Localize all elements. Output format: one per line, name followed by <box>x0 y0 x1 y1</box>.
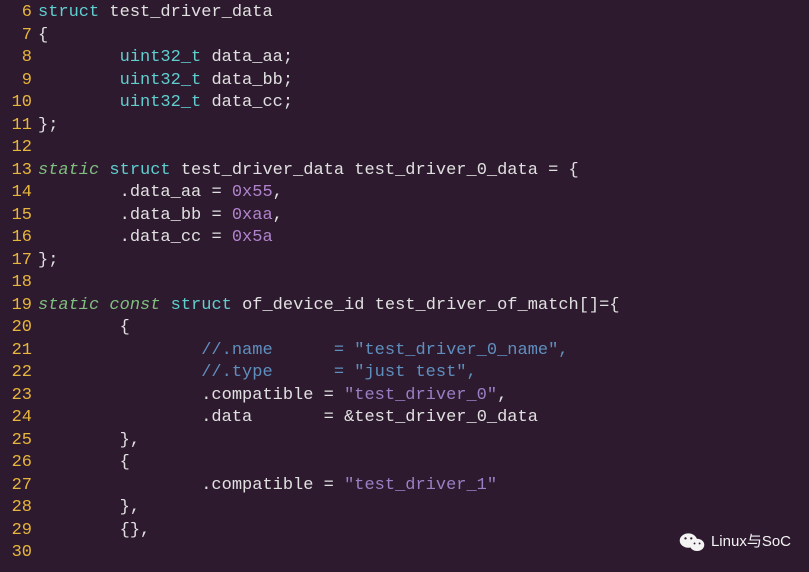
line-number: 14 <box>0 181 32 204</box>
code-line: //.type = "just test", <box>38 361 809 384</box>
line-number: 10 <box>0 91 32 114</box>
wechat-icon <box>679 531 705 553</box>
code-line: }; <box>38 114 809 137</box>
line-number: 9 <box>0 69 32 92</box>
line-number: 25 <box>0 429 32 452</box>
code-line: .compatible = "test_driver_0", <box>38 384 809 407</box>
code-line: uint32_t data_cc; <box>38 91 809 114</box>
line-number: 17 <box>0 249 32 272</box>
code-line: }, <box>38 429 809 452</box>
code-line: //.name = "test_driver_0_name", <box>38 339 809 362</box>
line-number: 30 <box>0 541 32 564</box>
code-editor: 6789101112131415161718192021222324252627… <box>0 0 809 564</box>
line-number: 22 <box>0 361 32 384</box>
line-number: 29 <box>0 519 32 542</box>
line-number: 21 <box>0 339 32 362</box>
code-line: .compatible = "test_driver_1" <box>38 474 809 497</box>
line-number: 27 <box>0 474 32 497</box>
code-line: static struct test_driver_data test_driv… <box>38 159 809 182</box>
line-number: 11 <box>0 114 32 137</box>
code-content[interactable]: struct test_driver_data{ uint32_t data_a… <box>38 1 809 564</box>
line-number: 15 <box>0 204 32 227</box>
line-number: 13 <box>0 159 32 182</box>
code-line: .data_cc = 0x5a <box>38 226 809 249</box>
line-number: 19 <box>0 294 32 317</box>
code-line <box>38 271 809 294</box>
code-line: .data_bb = 0xaa, <box>38 204 809 227</box>
line-number: 24 <box>0 406 32 429</box>
line-number: 28 <box>0 496 32 519</box>
line-number: 7 <box>0 24 32 47</box>
code-line: }, <box>38 496 809 519</box>
code-line: .data = &test_driver_0_data <box>38 406 809 429</box>
watermark: Linux与SoC <box>679 530 791 554</box>
line-number: 12 <box>0 136 32 159</box>
code-line: .data_aa = 0x55, <box>38 181 809 204</box>
code-line: }; <box>38 249 809 272</box>
line-number: 18 <box>0 271 32 294</box>
line-number: 6 <box>0 1 32 24</box>
code-line: static const struct of_device_id test_dr… <box>38 294 809 317</box>
line-number: 26 <box>0 451 32 474</box>
code-line: { <box>38 24 809 47</box>
line-number: 20 <box>0 316 32 339</box>
code-line: { <box>38 316 809 339</box>
code-line <box>38 136 809 159</box>
code-line: { <box>38 451 809 474</box>
line-number: 8 <box>0 46 32 69</box>
line-number: 23 <box>0 384 32 407</box>
watermark-text: Linux与SoC <box>711 530 791 554</box>
line-number-gutter: 6789101112131415161718192021222324252627… <box>0 1 38 564</box>
code-line: uint32_t data_aa; <box>38 46 809 69</box>
code-line: struct test_driver_data <box>38 1 809 24</box>
code-line: uint32_t data_bb; <box>38 69 809 92</box>
line-number: 16 <box>0 226 32 249</box>
